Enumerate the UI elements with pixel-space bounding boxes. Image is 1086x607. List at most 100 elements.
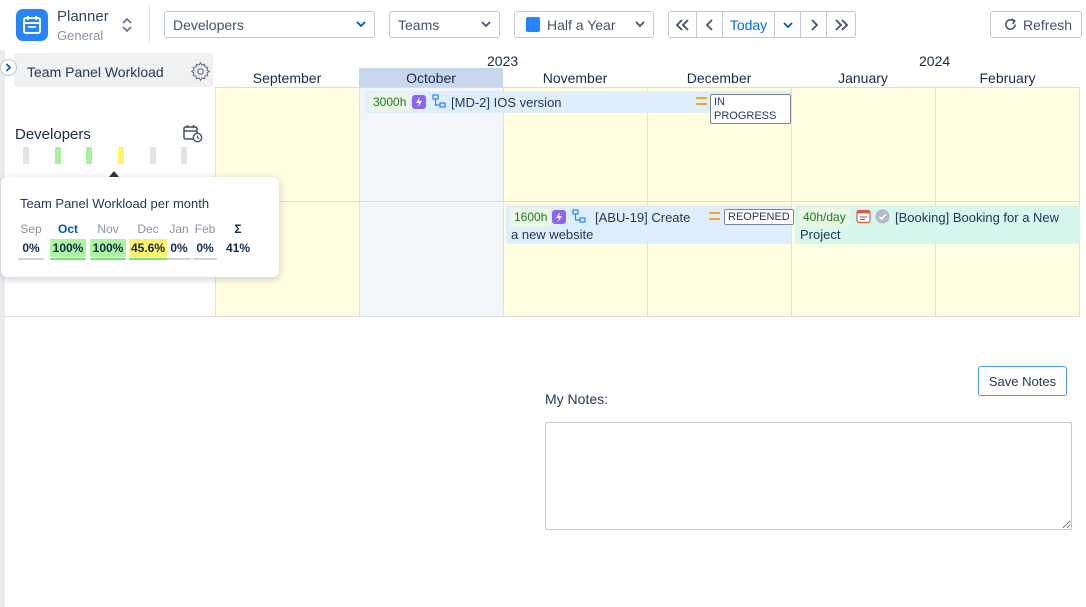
chevron-right-icon <box>5 63 12 72</box>
group-select[interactable]: Teams <box>389 11 500 38</box>
notes-label: My Notes: <box>545 391 609 407</box>
status-badge: REOPENED <box>724 209 794 225</box>
tooltip-month: Oct 100% <box>50 222 86 257</box>
period-select[interactable]: Half a Year <box>514 11 654 38</box>
chevron-down-icon <box>481 21 491 28</box>
previous-button[interactable] <box>697 12 723 37</box>
epic-bolt-icon <box>412 95 426 109</box>
tooltip-month-value: 0% <box>196 241 214 255</box>
refresh-label: Refresh <box>1023 16 1073 33</box>
tooltip-month-label: Nov <box>97 222 119 236</box>
workload-bar[interactable] <box>150 147 156 164</box>
today-dropdown-button[interactable] <box>775 12 801 37</box>
workload-bar[interactable] <box>118 147 124 164</box>
expand-panel-button[interactable] <box>0 59 17 76</box>
tooltip-month-value: 45.6% <box>129 239 167 257</box>
team-name: Developers <box>15 126 91 143</box>
tooltip-month-value: 100% <box>90 239 126 257</box>
workload-bar[interactable] <box>55 147 61 164</box>
month-header-september: September <box>252 70 322 86</box>
month-column-current[interactable] <box>359 87 503 317</box>
workload-bar[interactable] <box>86 147 92 164</box>
double-chevron-right-icon <box>835 18 848 31</box>
calendar-clock-icon[interactable] <box>183 125 203 143</box>
priority-medium-icon <box>709 212 720 220</box>
row-divider <box>215 201 1080 202</box>
tooltip-month: Sep 0% <box>18 222 44 257</box>
tooltip-month: Jan 0% <box>167 222 191 257</box>
month-header-february: February <box>979 70 1036 86</box>
task-card-abu-19[interactable]: 1600h [ABU-19] Create a new website REOP… <box>506 205 794 244</box>
task-card-booking[interactable]: 40h/day [Booking] Booking for a New Proj… <box>795 205 1080 244</box>
tooltip-underline <box>129 258 167 260</box>
group-select-value: Teams <box>398 16 440 33</box>
panel-header: Team Panel Workload <box>14 53 213 87</box>
month-column[interactable] <box>935 87 1080 317</box>
refresh-button[interactable]: Refresh <box>990 11 1082 38</box>
month-column[interactable] <box>503 87 647 317</box>
double-chevron-left-icon <box>675 18 689 31</box>
task-hours: 3000h <box>369 93 411 112</box>
row-divider <box>215 87 1080 88</box>
save-notes-button[interactable]: Save Notes <box>978 366 1067 396</box>
app-title: Planner <box>57 8 109 25</box>
today-button[interactable]: Today <box>723 12 775 37</box>
tooltip-title: Team Panel Workload per month <box>20 196 210 211</box>
status-badge: IN PROGRESS <box>710 94 791 124</box>
row-divider <box>5 316 1080 317</box>
tooltip-month: Nov 100% <box>90 222 126 257</box>
tooltip-month-label: Sep <box>20 222 42 236</box>
notes-textarea[interactable] <box>545 422 1072 530</box>
period-select-value: Half a Year <box>547 16 616 33</box>
tooltip-month: Feb 0% <box>193 222 217 257</box>
tooltip-month-value: 0% <box>170 241 188 255</box>
sigma-icon: Σ <box>234 222 242 236</box>
month-header-january: January <box>838 70 888 86</box>
month-column[interactable] <box>791 87 935 317</box>
refresh-icon <box>1005 18 1016 30</box>
subtask-tree-icon <box>432 94 446 108</box>
next-button[interactable] <box>801 12 827 37</box>
tooltip-underline <box>193 258 217 260</box>
tooltip-month-label: Oct <box>57 222 78 236</box>
tooltip-month-value: 0% <box>22 241 40 255</box>
tooltip-month-label: Jan <box>169 222 189 236</box>
resource-select[interactable]: Developers <box>164 11 375 38</box>
jump-back-button[interactable] <box>669 12 697 37</box>
tooltip-total-value: 41% <box>225 241 251 255</box>
tooltip-underline <box>18 258 44 260</box>
chevron-right-icon <box>810 18 818 31</box>
year-label-2024: 2024 <box>919 53 951 69</box>
month-header-october: October <box>359 68 503 87</box>
task-card-md-2[interactable]: 3000h [MD-2] IOS version IN PROGRESS <box>365 91 791 124</box>
month-header-december: December <box>686 70 752 86</box>
app-subtitle: General <box>57 28 104 43</box>
task-title: [MD-2] IOS version <box>451 95 562 110</box>
app-switch-chevrons-icon[interactable] <box>120 15 134 35</box>
year-label-2023: 2023 <box>487 53 519 69</box>
task-title: [Booking] Booking for a New Project <box>800 210 1060 242</box>
tooltip-arrow <box>109 171 119 177</box>
tooltip-month-label: Dec <box>137 222 159 236</box>
tooltip-underline <box>50 258 86 260</box>
toolbar: Planner General Developers Teams Half a … <box>0 0 1086 50</box>
resource-select-value: Developers <box>173 16 244 33</box>
chevron-left-icon <box>705 18 713 31</box>
month-header-november: November <box>542 70 608 86</box>
task-title: [ABU-19] Create a new website <box>511 210 691 242</box>
tooltip-month-value: 100% <box>50 239 86 257</box>
chevron-down-icon <box>635 21 645 28</box>
panel-title: Team Panel Workload <box>27 64 164 80</box>
planner-app-icon[interactable] <box>16 9 48 41</box>
gear-icon[interactable] <box>190 61 211 82</box>
date-navigation: Today <box>668 11 856 38</box>
jump-forward-button[interactable] <box>827 12 855 37</box>
tooltip-underline <box>90 258 126 260</box>
toolbar-divider <box>149 5 150 43</box>
workload-tooltip: Team Panel Workload per month Sep 0% Oct 10… <box>1 171 279 277</box>
workload-bar[interactable] <box>23 147 29 164</box>
tooltip-month: Dec 45.6% <box>129 222 167 257</box>
priority-medium-icon <box>696 97 707 105</box>
calendar-icon <box>526 17 540 32</box>
workload-bar[interactable] <box>181 147 187 164</box>
